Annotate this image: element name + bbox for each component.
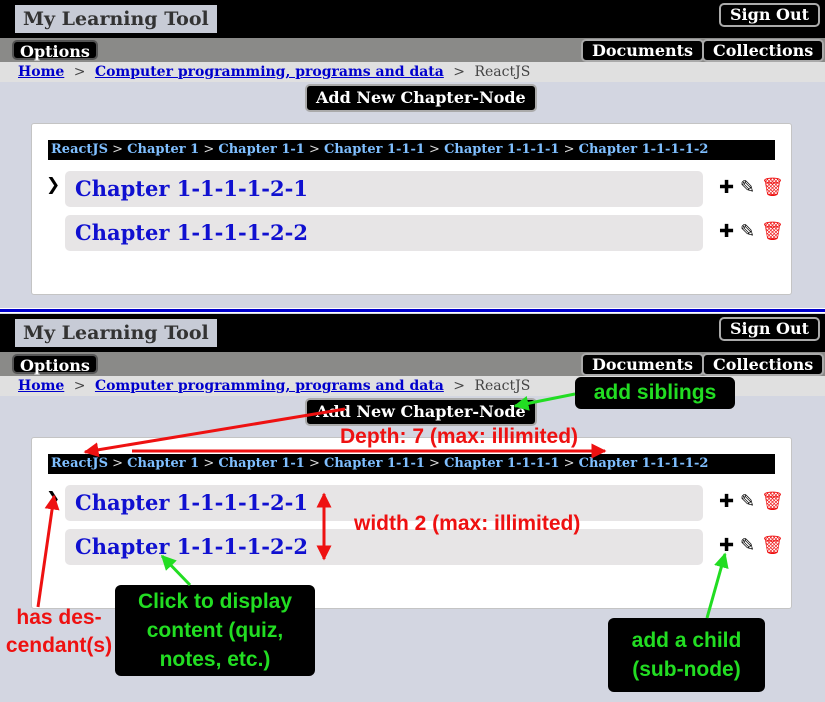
panel-divider bbox=[0, 308, 825, 313]
chapter-card: ReactJS > Chapter 1 > Chapter 1-1 > Chap… bbox=[31, 123, 792, 295]
documents-button[interactable]: Documents bbox=[581, 39, 705, 62]
pencil-icon[interactable]: ✎ bbox=[740, 535, 755, 557]
top-panel: My Learning Tool Sign Out Options Docume… bbox=[0, 0, 825, 308]
collections-button[interactable]: Collections bbox=[702, 353, 825, 376]
path-link[interactable]: Chapter 1-1-1 bbox=[324, 142, 425, 157]
path-link[interactable]: Chapter 1 bbox=[127, 142, 199, 157]
collections-button[interactable]: Collections bbox=[702, 39, 825, 62]
breadcrumb-current: ReactJS bbox=[474, 64, 531, 80]
annotation-depth: Depth: 7 (max: illimited) bbox=[340, 425, 579, 448]
chapter-path: ReactJS > Chapter 1 > Chapter 1-1 > Chap… bbox=[48, 140, 775, 160]
path-separator: > bbox=[203, 142, 215, 157]
plus-icon[interactable]: ✚ bbox=[719, 491, 734, 513]
path-link[interactable]: Chapter 1-1-1 bbox=[324, 456, 425, 471]
breadcrumb-current: ReactJS bbox=[474, 378, 531, 394]
add-chapter-node-button[interactable]: Add New Chapter-Node bbox=[305, 84, 537, 112]
header-bar: My Learning Tool Sign Out bbox=[0, 314, 825, 352]
trash-icon[interactable]: 🗑︎ bbox=[761, 221, 784, 243]
node-actions: ✚ ✎ 🗑︎ bbox=[719, 535, 784, 557]
path-separator: > bbox=[429, 142, 440, 157]
breadcrumb-separator: > bbox=[73, 378, 86, 394]
chapter-path: ReactJS > Chapter 1 > Chapter 1-1 > Chap… bbox=[48, 454, 775, 474]
annotation-line: Click to display bbox=[137, 590, 293, 613]
breadcrumb-category-link[interactable]: Computer programming, programs and data bbox=[95, 378, 444, 394]
annotation-add-child: add a child (sub-node) bbox=[608, 618, 765, 692]
chapter-node[interactable]: Chapter 1-1-1-1-2-2 bbox=[65, 215, 703, 251]
annotation-line: cendant(s) bbox=[5, 634, 113, 657]
path-separator: > bbox=[563, 142, 575, 157]
node-actions: ✚ ✎ 🗑︎ bbox=[719, 221, 784, 243]
breadcrumb-content: Home > Computer programming, programs an… bbox=[18, 62, 530, 82]
breadcrumb-separator: > bbox=[453, 378, 466, 394]
annotation-line: has des- bbox=[16, 606, 102, 629]
app-title: My Learning Tool bbox=[15, 5, 217, 33]
options-button[interactable]: Options bbox=[12, 40, 98, 61]
path-link[interactable]: Chapter 1-1-1-1 bbox=[444, 456, 559, 471]
path-separator: > bbox=[429, 456, 440, 471]
annotation-add-siblings: add siblings bbox=[575, 377, 735, 409]
header-bar: My Learning Tool Sign Out bbox=[0, 0, 825, 38]
plus-icon[interactable]: ✚ bbox=[719, 221, 734, 243]
path-separator: > bbox=[308, 142, 320, 157]
breadcrumb-separator: > bbox=[453, 64, 466, 80]
path-separator: > bbox=[308, 456, 320, 471]
sign-out-button[interactable]: Sign Out bbox=[719, 317, 820, 341]
path-link[interactable]: ReactJS bbox=[51, 456, 108, 471]
breadcrumb-home-link[interactable]: Home bbox=[18, 378, 64, 394]
path-separator: > bbox=[112, 142, 124, 157]
annotation-click-content: Click to display content (quiz, notes, e… bbox=[115, 585, 315, 676]
path-link[interactable]: Chapter 1-1 bbox=[218, 456, 304, 471]
pencil-icon[interactable]: ✎ bbox=[740, 221, 755, 243]
pencil-icon[interactable]: ✎ bbox=[740, 177, 755, 199]
breadcrumb: Home > Computer programming, programs an… bbox=[0, 62, 825, 82]
plus-icon[interactable]: ✚ bbox=[719, 177, 734, 199]
add-chapter-node-button[interactable]: Add New Chapter-Node bbox=[305, 398, 537, 426]
path-link[interactable]: Chapter 1-1-1-1-2 bbox=[579, 142, 709, 157]
documents-button[interactable]: Documents bbox=[581, 353, 705, 376]
pencil-icon[interactable]: ✎ bbox=[740, 491, 755, 513]
trash-icon[interactable]: 🗑︎ bbox=[761, 535, 784, 557]
breadcrumb-content: Home > Computer programming, programs an… bbox=[18, 376, 530, 396]
path-link[interactable]: Chapter 1-1 bbox=[218, 142, 304, 157]
annotation-line: content (quiz, bbox=[146, 619, 284, 642]
annotation-has-descendants: has des- cendant(s) bbox=[0, 604, 118, 660]
options-button[interactable]: Options bbox=[12, 354, 98, 375]
path-link[interactable]: Chapter 1 bbox=[127, 456, 199, 471]
chapter-node[interactable]: Chapter 1-1-1-1-2-1 bbox=[65, 171, 703, 207]
path-link[interactable]: Chapter 1-1-1-1-2 bbox=[579, 456, 709, 471]
trash-icon[interactable]: 🗑︎ bbox=[761, 491, 784, 513]
chevron-right-icon[interactable]: ❯ bbox=[46, 175, 60, 195]
annotation-line: notes, etc.) bbox=[159, 648, 271, 671]
node-actions: ✚ ✎ 🗑︎ bbox=[719, 491, 784, 513]
breadcrumb-category-link[interactable]: Computer programming, programs and data bbox=[95, 64, 444, 80]
plus-icon[interactable]: ✚ bbox=[719, 535, 734, 557]
app-title: My Learning Tool bbox=[15, 319, 217, 347]
breadcrumb-home-link[interactable]: Home bbox=[18, 64, 64, 80]
trash-icon[interactable]: 🗑︎ bbox=[761, 177, 784, 199]
annotation-line: (sub-node) bbox=[632, 658, 741, 681]
options-bar: Options Documents Collections bbox=[0, 38, 825, 62]
node-actions: ✚ ✎ 🗑︎ bbox=[719, 177, 784, 199]
path-separator: > bbox=[203, 456, 215, 471]
breadcrumb-separator: > bbox=[73, 64, 86, 80]
chevron-right-icon[interactable]: ❯ bbox=[46, 489, 60, 509]
path-separator: > bbox=[563, 456, 575, 471]
path-separator: > bbox=[112, 456, 124, 471]
path-link[interactable]: ReactJS bbox=[51, 142, 108, 157]
annotated-panel: My Learning Tool Sign Out Options Docume… bbox=[0, 314, 825, 702]
annotation-width: width 2 (max: illimited) bbox=[354, 512, 581, 535]
path-link[interactable]: Chapter 1-1-1-1 bbox=[444, 142, 559, 157]
annotation-line: add a child bbox=[631, 629, 742, 652]
options-bar: Options Documents Collections bbox=[0, 352, 825, 376]
sign-out-button[interactable]: Sign Out bbox=[719, 3, 820, 27]
